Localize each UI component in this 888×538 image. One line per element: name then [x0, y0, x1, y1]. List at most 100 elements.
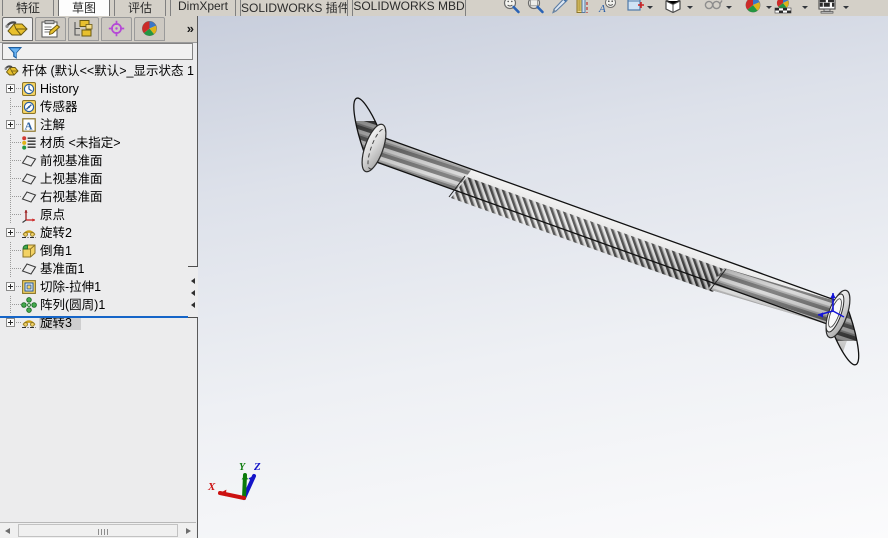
scroll-right-button[interactable]: [180, 523, 196, 538]
tree-item-top-plane-label: 上视基准面: [40, 172, 103, 186]
history-icon: [22, 82, 36, 96]
hide-show-items-dropdown-arrow[interactable]: [725, 2, 734, 12]
tree-filter-input[interactable]: [25, 45, 194, 61]
display-manager-tab[interactable]: [134, 17, 165, 41]
tree-item-right-plane-label: 右视基准面: [40, 190, 103, 204]
triad-z-label: Z: [253, 461, 261, 473]
tree-item-extrude-cut1-label: 切除-拉伸1: [40, 280, 102, 294]
material-icon: [22, 136, 36, 150]
plane-icon: [21, 263, 37, 275]
tree-item-plane1-label: 基准面1: [40, 262, 85, 276]
tab-features[interactable]: 特征: [2, 0, 54, 16]
tree-item-revolve2-label: 旋转2: [40, 226, 72, 240]
extrude-cut-icon: [22, 280, 36, 294]
tree-item-right-plane[interactable]: 右视基准面: [0, 188, 196, 206]
tree-item-front-plane[interactable]: 前视基准面: [0, 152, 196, 170]
tab-sketch[interactable]: 草图: [58, 0, 110, 16]
view-orientation-icon[interactable]: A: [596, 0, 618, 16]
clipboard-icon: [41, 20, 61, 38]
display-style-cube-dropdown-arrow[interactable]: [686, 2, 695, 12]
tree-item-origin[interactable]: 原点: [0, 206, 196, 224]
tab-solidworks-addins[interactable]: SOLIDWORKS 插件: [240, 0, 348, 16]
hide-show-items-icon[interactable]: [702, 0, 724, 16]
feature-tree: 杆体 (默认<<默认>_显示状态 1 History 传感器 A 注解 材质 <…: [0, 62, 196, 342]
tree-item-history-label: History: [40, 82, 79, 96]
tree-item-front-plane-label: 前视基准面: [40, 154, 103, 168]
tree-item-history[interactable]: History: [0, 80, 196, 98]
expander-history[interactable]: [6, 84, 15, 93]
tab-solidworks-mbd[interactable]: SOLIDWORKS MBD: [352, 0, 466, 16]
display-style-icon[interactable]: [624, 0, 646, 16]
circular-pattern-icon: [21, 297, 37, 313]
manager-tab-strip: »: [0, 16, 197, 43]
configurations-icon: [74, 20, 93, 37]
part-icon: [4, 65, 19, 76]
plane-icon: [21, 173, 37, 185]
view-triad: Z Y X: [207, 461, 261, 500]
scroll-left-button[interactable]: [0, 523, 16, 538]
apply-scene-icon[interactable]: [772, 0, 794, 16]
feature-tree-icon: [5, 21, 28, 36]
feature-manager-panel: » 杆体 (默认<<默认>_显示状态 1 History 传感器 A 注解 材质…: [0, 16, 200, 538]
tree-item-extrude-cut1[interactable]: 切除-拉伸1: [0, 278, 196, 296]
tab-evaluate-label: 评估: [127, 1, 152, 15]
tree-item-revolve2[interactable]: 旋转2: [0, 224, 196, 242]
property-manager-tab[interactable]: [35, 17, 66, 41]
zoom-in-out-icon[interactable]: [548, 0, 570, 16]
tab-solidworks-addins-label: SOLIDWORKS 插件: [241, 1, 348, 15]
expander-annotations[interactable]: [6, 120, 15, 129]
tree-item-origin-label: 原点: [40, 208, 66, 222]
tab-dimxpert-label: DimXpert: [177, 0, 228, 13]
zoom-to-fit-icon[interactable]: [500, 0, 522, 16]
tree-root-label: 杆体 (默认<<默认>_显示状态 1: [22, 64, 194, 78]
tab-sketch-label: 草图: [71, 1, 96, 15]
manager-tabs-overflow-chevron[interactable]: »: [187, 21, 194, 36]
dimxpert-manager-tab[interactable]: [101, 17, 132, 41]
triad-x-label: X: [207, 481, 216, 493]
svg-text:A: A: [25, 120, 33, 132]
model-3d-view[interactable]: Z Y X: [198, 16, 888, 538]
annotations-icon: A: [22, 118, 36, 132]
tree-item-material-label: 材质 <未指定>: [40, 136, 121, 150]
display-style-dropdown-arrow[interactable]: [646, 2, 655, 12]
tree-item-top-plane[interactable]: 上视基准面: [0, 170, 196, 188]
tree-item-chamfer1[interactable]: 倒角1: [0, 242, 196, 260]
tab-evaluate[interactable]: 评估: [114, 0, 166, 16]
tab-dimxpert[interactable]: DimXpert: [170, 0, 236, 16]
tree-item-material[interactable]: 材质 <未指定>: [0, 134, 196, 152]
sensors-icon: [22, 100, 36, 114]
tree-item-sensors[interactable]: 传感器: [0, 98, 196, 116]
tree-filter-row[interactable]: [2, 43, 194, 61]
scrollbar-thumb[interactable]: [18, 524, 178, 537]
expander-revolve2[interactable]: [6, 228, 15, 237]
tree-item-circular-pattern1[interactable]: 阵列(圆周)1: [0, 296, 196, 314]
tree-item-circular-pattern1-label: 阵列(圆周)1: [40, 298, 106, 312]
view-settings-icon[interactable]: [816, 0, 838, 16]
expander-revolve3[interactable]: [6, 318, 15, 327]
feature-manager-tab[interactable]: [2, 17, 33, 41]
tree-item-plane1[interactable]: 基准面1: [0, 260, 196, 278]
chamfer-icon: [22, 244, 36, 258]
graphics-area[interactable]: Z Y X: [198, 16, 888, 538]
tree-item-annotations[interactable]: A 注解: [0, 116, 196, 134]
edit-appearance-icon[interactable]: [742, 0, 764, 16]
triad-y-label: Y: [239, 462, 246, 473]
revolve-icon: [22, 230, 36, 238]
section-view-icon[interactable]: [572, 0, 594, 16]
solidworks-window: 特征 草图 评估 DimXpert SOLIDWORKS 插件 SOLIDWOR…: [0, 0, 888, 538]
tree-horizontal-scrollbar[interactable]: [0, 522, 196, 538]
plane-icon: [21, 191, 37, 203]
rollback-bar[interactable]: [0, 316, 196, 318]
apply-scene-dropdown-arrow[interactable]: [801, 2, 810, 12]
expander-extrude-cut1[interactable]: [6, 282, 15, 291]
zoom-to-area-icon[interactable]: [524, 0, 546, 16]
plane-icon: [21, 155, 37, 167]
svg-text:A: A: [598, 3, 606, 15]
filter-funnel-icon: [7, 47, 23, 59]
tree-item-annotations-label: 注解: [40, 118, 66, 132]
configuration-manager-tab[interactable]: [68, 17, 99, 41]
display-style-cube-icon[interactable]: [662, 0, 684, 16]
view-settings-dropdown-arrow[interactable]: [842, 2, 851, 12]
command-manager-tabs: 特征 草图 评估 DimXpert SOLIDWORKS 插件 SOLIDWOR…: [0, 0, 470, 16]
tree-root-item[interactable]: 杆体 (默认<<默认>_显示状态 1: [0, 62, 196, 80]
